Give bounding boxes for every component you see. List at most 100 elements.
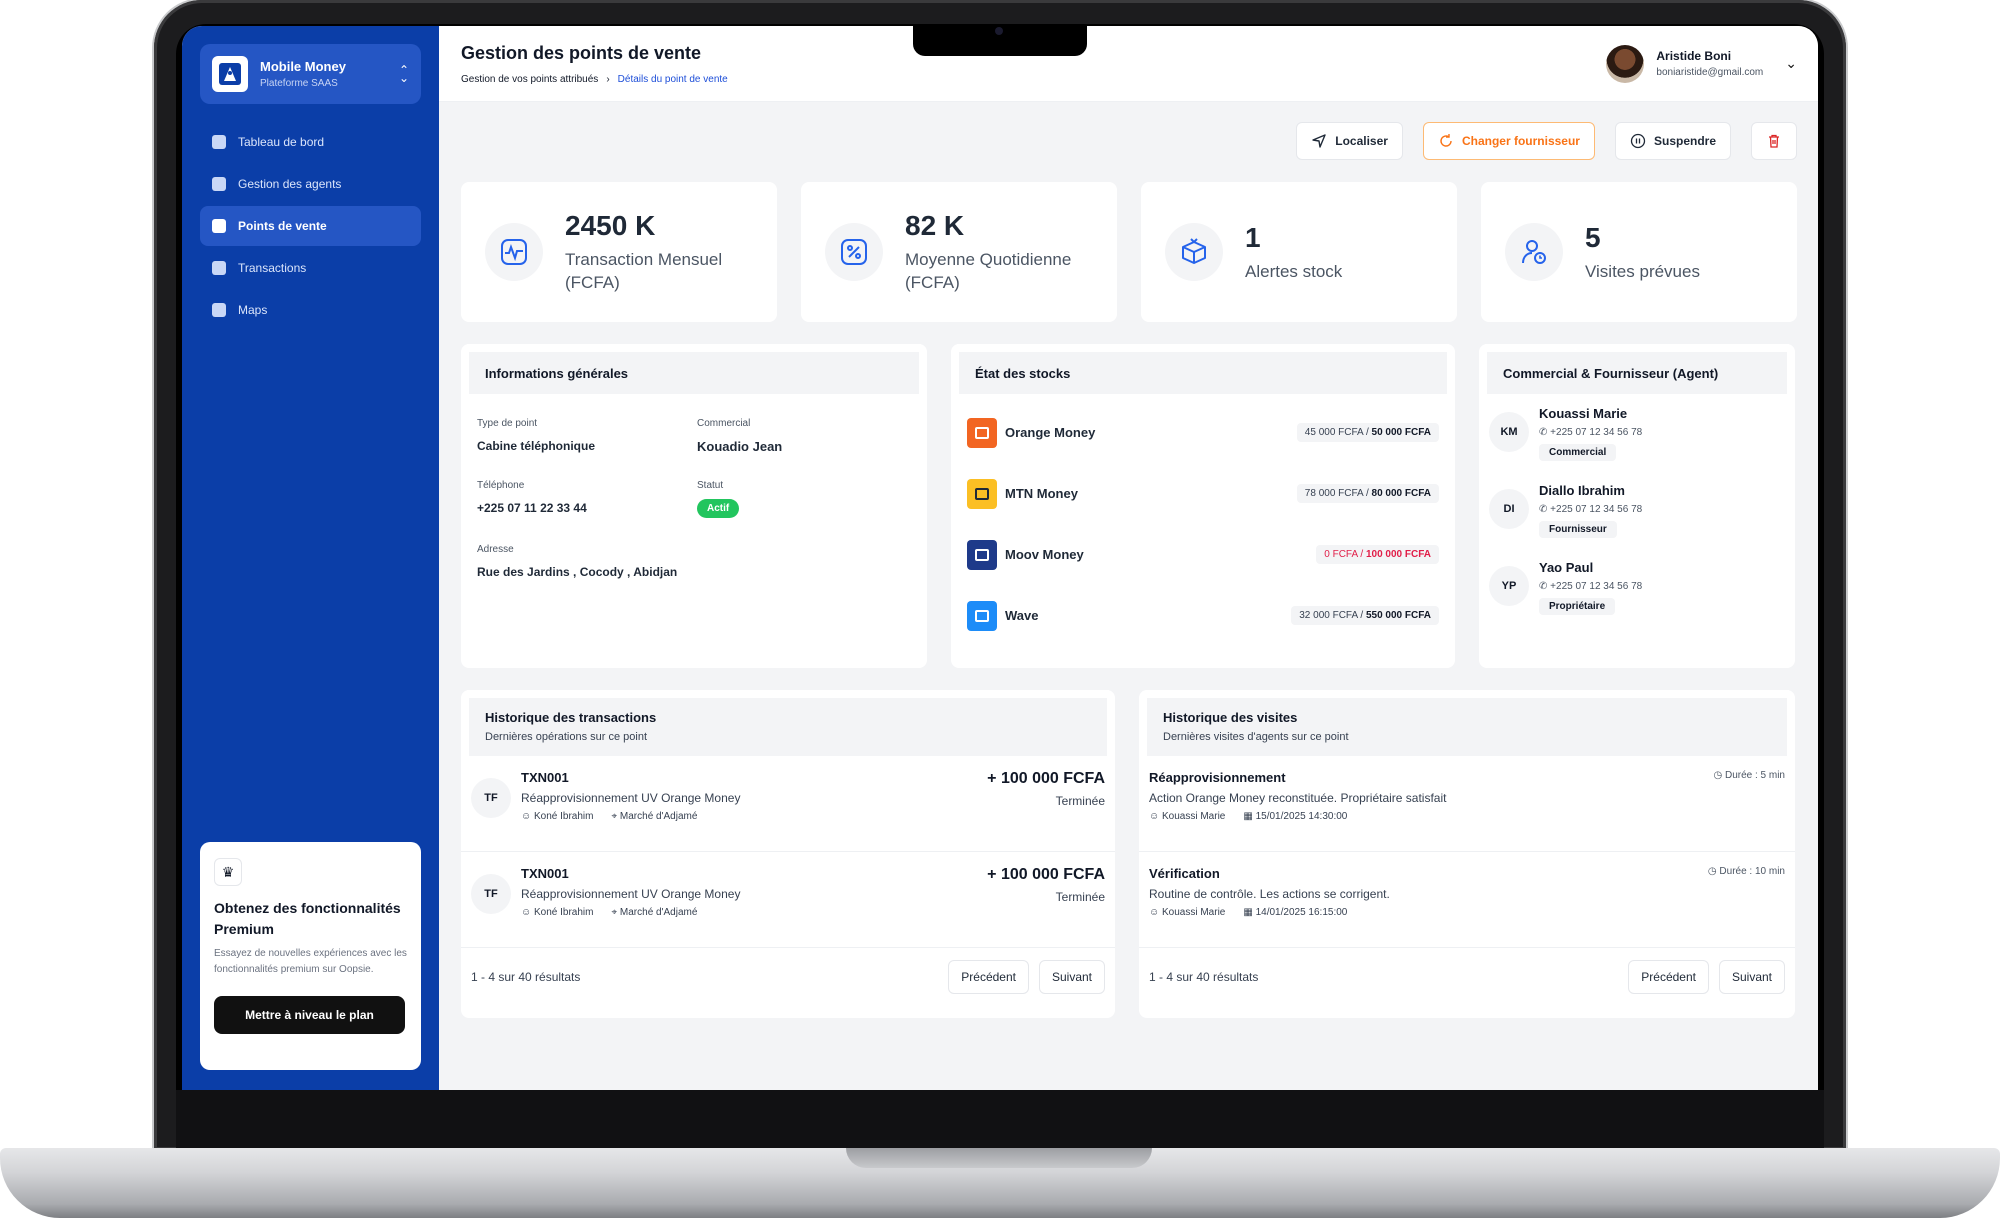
store-icon bbox=[212, 219, 226, 233]
promo-title: Obtenez des fonctionnalités Premium bbox=[214, 900, 401, 937]
stock-name: Orange Money bbox=[1005, 425, 1096, 440]
user-menu[interactable]: Aristide Boni boniaristide@gmail.com ⌄ bbox=[1606, 44, 1797, 83]
sidebar-item-label: Transactions bbox=[238, 261, 307, 275]
suspend-button[interactable]: Suspendre bbox=[1614, 122, 1731, 160]
previous-button[interactable]: Précédent bbox=[1628, 960, 1709, 994]
agent-phone: ✆ +225 07 12 34 56 78 bbox=[1539, 427, 1643, 438]
refresh-icon bbox=[1440, 134, 1452, 147]
locate-button[interactable]: Localiser bbox=[1296, 122, 1403, 160]
transaction-row[interactable]: TF TXN001 Réapprovisionnement UV Orange … bbox=[461, 852, 1115, 948]
visit-description: Action Orange Money reconstituée. Propri… bbox=[1149, 791, 1447, 805]
transaction-description: Réapprovisionnement UV Orange Money bbox=[521, 887, 741, 901]
transaction-avatar: TF bbox=[471, 778, 511, 818]
agent-role-badge: Propriétaire bbox=[1539, 598, 1616, 615]
chevron-updown-icon: ⌃ ⌄ bbox=[398, 63, 409, 85]
breadcrumb-item[interactable]: Gestion de vos points attribués bbox=[461, 74, 598, 85]
field-label: Téléphone bbox=[477, 480, 525, 491]
field-value: Cabine téléphonique bbox=[477, 439, 596, 453]
agent-name: Kouassi Marie bbox=[1539, 406, 1628, 421]
visit-title: Vérification bbox=[1149, 866, 1220, 881]
kpi-card-stock-alerts: 1 Alertes stock bbox=[1141, 182, 1457, 322]
general-info-card: Informations générales Type de point Cab… bbox=[461, 344, 927, 668]
kpi-card-daily-average: 82 K Moyenne Quotidienne (FCFA) bbox=[801, 182, 1117, 322]
kpi-label: Alertes stock bbox=[1245, 261, 1343, 281]
agent-phone: ✆ +225 07 12 34 56 78 bbox=[1539, 581, 1643, 592]
stock-item: Orange Money 45 000 FCFA / 50 000 FCFA bbox=[951, 402, 1455, 463]
field-label: Commercial bbox=[697, 418, 751, 429]
user-clock-icon bbox=[1505, 223, 1563, 281]
stock-name: Moov Money bbox=[1005, 547, 1084, 562]
transactions-icon bbox=[212, 261, 226, 275]
suspend-label: Suspendre bbox=[1653, 134, 1716, 148]
sidebar-item-agents[interactable]: Gestion des agents bbox=[200, 164, 421, 204]
upgrade-plan-button[interactable]: Mettre à niveau le plan bbox=[214, 996, 405, 1034]
topbar: Gestion des points de vente Gestion de v… bbox=[439, 26, 1818, 102]
action-bar: Localiser Changer fournisseur Suspendre bbox=[461, 122, 1797, 162]
locate-label: Localiser bbox=[1335, 134, 1388, 148]
transaction-status: Terminée bbox=[1055, 890, 1105, 904]
brand-logo bbox=[212, 56, 248, 92]
visit-title: Réapprovisionnement bbox=[1149, 770, 1286, 785]
sidebar-item-maps[interactable]: Maps bbox=[200, 290, 421, 330]
visit-date: ▦ 14/01/2025 16:15:00 bbox=[1243, 907, 1348, 918]
stock-value: 32 000 FCFA / 550 000 FCFA bbox=[1291, 606, 1439, 625]
card-subtitle: Dernières visites d'agents sur ce point bbox=[1163, 731, 1349, 743]
visit-row[interactable]: Réapprovisionnement ◷ Durée : 5 min Acti… bbox=[1139, 756, 1795, 852]
visit-description: Routine de contrôle. Les actions se corr… bbox=[1149, 887, 1390, 901]
visit-date: ▦ 15/01/2025 14:30:00 bbox=[1243, 811, 1348, 822]
history-row: Historique des transactions Dernières op… bbox=[461, 690, 1797, 1018]
transaction-row[interactable]: TF TXN001 Réapprovisionnement UV Orange … bbox=[461, 756, 1115, 852]
next-button[interactable]: Suivant bbox=[1038, 960, 1105, 994]
chevron-down-icon: ⌄ bbox=[1785, 55, 1797, 71]
details-row: Informations générales Type de point Cab… bbox=[461, 344, 1797, 668]
status-badge: Actif bbox=[697, 499, 740, 518]
next-button[interactable]: Suivant bbox=[1718, 960, 1785, 994]
visit-agent: ☺ Kouassi Marie bbox=[1149, 811, 1226, 822]
camera-icon bbox=[995, 27, 1003, 35]
phone-icon: ✆ bbox=[1539, 504, 1548, 515]
pagination: 1 - 4 sur 40 résultats Précédent Suivant bbox=[1139, 948, 1795, 1006]
page-title: Gestion des points de vente bbox=[461, 42, 702, 63]
wave-icon bbox=[967, 600, 997, 631]
mtn-money-icon bbox=[967, 478, 997, 509]
field-label: Adresse bbox=[477, 544, 514, 555]
previous-button[interactable]: Précédent bbox=[948, 960, 1029, 994]
kpi-label: Moyenne Quotidienne (FCFA) bbox=[905, 250, 1072, 292]
visit-duration: ◷ Durée : 5 min bbox=[1713, 770, 1785, 781]
map-icon bbox=[212, 303, 226, 317]
brand-switcher[interactable]: Mobile Money Plateforme SAAS ⌃ ⌄ bbox=[200, 44, 421, 104]
agent-avatar: DI bbox=[1489, 489, 1529, 529]
change-supplier-label: Changer fournisseur bbox=[1461, 134, 1580, 148]
location-icon: ⌖ bbox=[611, 811, 618, 822]
location-icon: ⌖ bbox=[611, 907, 618, 918]
stock-item: Moov Money 0 FCFA / 100 000 FCFA bbox=[951, 524, 1455, 585]
pagination-info: 1 - 4 sur 40 résultats bbox=[1149, 970, 1259, 984]
screen: Mobile Money Plateforme SAAS ⌃ ⌄ Tableau … bbox=[182, 26, 1818, 1090]
agent-name: Diallo Ibrahim bbox=[1539, 483, 1625, 498]
delete-button[interactable] bbox=[1751, 122, 1797, 160]
kpi-value: 1 bbox=[1245, 221, 1261, 253]
sidebar-item-label: Points de vente bbox=[238, 219, 327, 233]
transaction-place: ⌖ Marché d'Adjamé bbox=[611, 907, 698, 918]
agent-name: Yao Paul bbox=[1539, 560, 1594, 575]
pagination-info: 1 - 4 sur 40 résultats bbox=[471, 970, 581, 984]
card-title: Commercial & Fournisseur (Agent) bbox=[1479, 344, 1795, 394]
main-area: Gestion des points de vente Gestion de v… bbox=[439, 26, 1818, 1090]
transaction-place: ⌖ Marché d'Adjamé bbox=[611, 811, 698, 822]
brand-subtitle: Plateforme SAAS bbox=[260, 78, 338, 89]
change-supplier-button[interactable]: Changer fournisseur bbox=[1422, 122, 1595, 160]
visit-row[interactable]: Vérification ◷ Durée : 10 min Routine de… bbox=[1139, 852, 1795, 948]
kpi-label: Visites prévues bbox=[1585, 261, 1700, 281]
user-icon: ☺ bbox=[521, 811, 532, 822]
avatar bbox=[1606, 44, 1645, 83]
transaction-description: Réapprovisionnement UV Orange Money bbox=[521, 791, 741, 805]
stock-status-card: État des stocks Orange Money 45 000 FCFA… bbox=[951, 344, 1455, 668]
sidebar-item-dashboard[interactable]: Tableau de bord bbox=[200, 122, 421, 162]
kpi-row: 2450 K Transaction Mensuel (FCFA) 82 K M… bbox=[461, 182, 1797, 322]
sidebar-item-transactions[interactable]: Transactions bbox=[200, 248, 421, 288]
user-icon: ☺ bbox=[521, 907, 532, 918]
visit-agent: ☺ Kouassi Marie bbox=[1149, 907, 1226, 918]
laptop-base-notch bbox=[846, 1148, 1152, 1168]
sidebar-item-points-de-vente[interactable]: Points de vente bbox=[200, 206, 421, 246]
crown-icon: ♛ bbox=[214, 858, 242, 886]
